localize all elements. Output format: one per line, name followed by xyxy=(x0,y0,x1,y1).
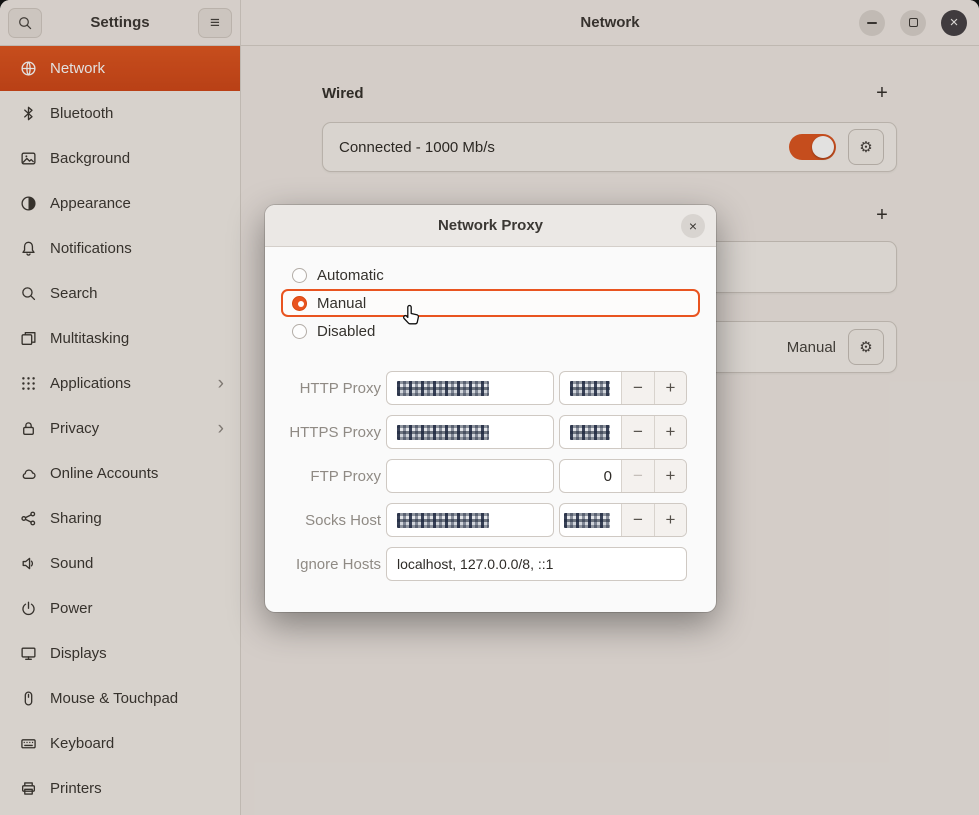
proxy-option-manual[interactable]: Manual xyxy=(281,289,700,317)
plus-icon: + xyxy=(666,510,676,530)
plus-icon: + xyxy=(666,378,676,398)
redacted-value xyxy=(570,381,610,396)
radio-label: Manual xyxy=(317,295,366,312)
settings-window: Settings ≡ Network × Network Bluetooth B… xyxy=(0,0,979,815)
minus-icon: − xyxy=(633,378,643,398)
minus-icon: − xyxy=(633,466,643,486)
dialog-title: Network Proxy xyxy=(438,217,543,234)
minus-icon: − xyxy=(633,422,643,442)
ftp-port-value[interactable]: 0 xyxy=(560,460,622,492)
proxy-form: HTTP Proxy − + HTTPS Proxy − + xyxy=(281,371,700,581)
dialog-headerbar: Network Proxy × xyxy=(265,205,716,247)
decrement-button[interactable]: − xyxy=(622,460,654,492)
decrement-button[interactable]: − xyxy=(622,416,654,448)
ignore-hosts-label: Ignore Hosts xyxy=(281,556,381,573)
ignore-hosts-input[interactable] xyxy=(386,547,687,581)
increment-button[interactable]: + xyxy=(654,460,686,492)
http-proxy-row: HTTP Proxy − + xyxy=(281,371,700,405)
socks-host-row: Socks Host − + xyxy=(281,503,700,537)
socks-port-value[interactable] xyxy=(560,504,622,536)
plus-icon: + xyxy=(666,466,676,486)
redacted-value xyxy=(397,381,489,396)
increment-button[interactable]: + xyxy=(654,372,686,404)
decrement-button[interactable]: − xyxy=(622,372,654,404)
dialog-close-button[interactable]: × xyxy=(681,214,705,238)
close-icon: × xyxy=(689,218,697,234)
radio-icon[interactable] xyxy=(292,268,307,283)
cursor-pointer-icon xyxy=(401,303,423,334)
https-proxy-label: HTTPS Proxy xyxy=(281,424,381,441)
radio-icon[interactable] xyxy=(292,324,307,339)
socks-host-input[interactable] xyxy=(386,503,554,537)
ftp-proxy-input[interactable] xyxy=(386,459,554,493)
ftp-port-spinner: 0 − + xyxy=(559,459,687,493)
proxy-option-disabled[interactable]: Disabled xyxy=(281,317,700,345)
redacted-value xyxy=(564,513,610,528)
increment-button[interactable]: + xyxy=(654,504,686,536)
proxy-option-automatic[interactable]: Automatic xyxy=(281,261,700,289)
plus-icon: + xyxy=(666,422,676,442)
https-port-spinner: − + xyxy=(559,415,687,449)
network-proxy-dialog: Network Proxy × Automatic Manual Disable… xyxy=(265,205,716,612)
radio-checked-icon[interactable] xyxy=(292,296,307,311)
radio-label: Automatic xyxy=(317,267,384,284)
increment-button[interactable]: + xyxy=(654,416,686,448)
minus-icon: − xyxy=(633,510,643,530)
redacted-value xyxy=(397,513,489,528)
https-port-value[interactable] xyxy=(560,416,622,448)
redacted-value xyxy=(570,425,610,440)
redacted-value xyxy=(397,425,489,440)
http-proxy-input[interactable] xyxy=(386,371,554,405)
https-proxy-input[interactable] xyxy=(386,415,554,449)
https-proxy-row: HTTPS Proxy − + xyxy=(281,415,700,449)
socks-host-label: Socks Host xyxy=(281,512,381,529)
http-proxy-label: HTTP Proxy xyxy=(281,380,381,397)
ftp-proxy-label: FTP Proxy xyxy=(281,468,381,485)
http-port-spinner: − + xyxy=(559,371,687,405)
socks-port-spinner: − + xyxy=(559,503,687,537)
ignore-hosts-row: Ignore Hosts xyxy=(281,547,700,581)
dialog-body: Automatic Manual Disabled HTTP Proxy − + xyxy=(265,247,716,581)
ftp-proxy-row: FTP Proxy 0 − + xyxy=(281,459,700,493)
decrement-button[interactable]: − xyxy=(622,504,654,536)
radio-label: Disabled xyxy=(317,323,375,340)
http-port-value[interactable] xyxy=(560,372,622,404)
